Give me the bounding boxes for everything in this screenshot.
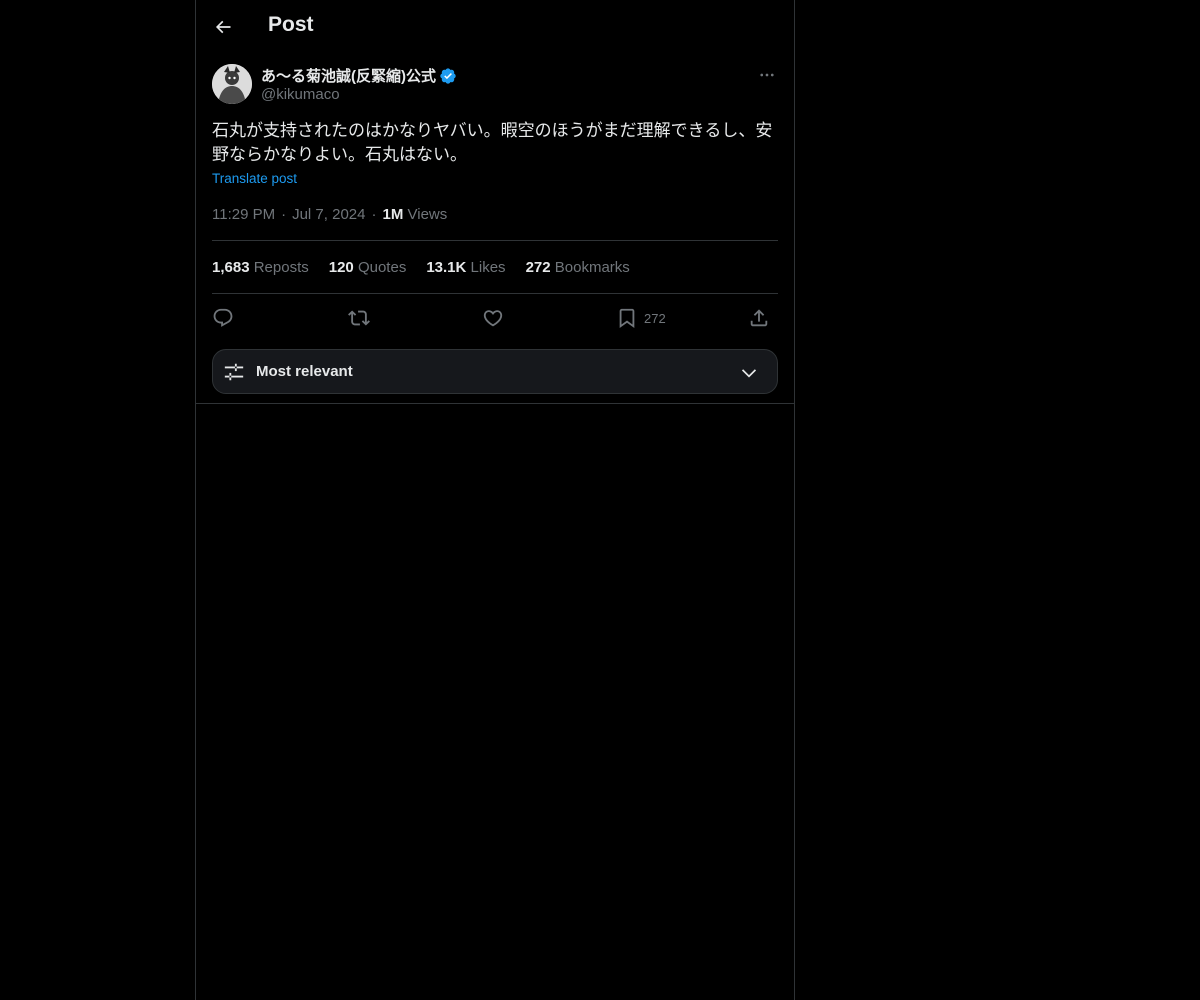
meta-separator: · [281, 206, 287, 223]
reposts-label: Reposts [253, 259, 309, 276]
chevron-down-icon [741, 369, 757, 378]
name-line: あ〜る菊池誠(反緊縮)公式 [261, 65, 457, 86]
reply-icon [213, 308, 233, 327]
bookmarks-label: Bookmarks [554, 259, 630, 276]
more-options-button[interactable] [756, 64, 778, 86]
divider [212, 240, 778, 241]
bookmarks-stat[interactable]: 272 Bookmarks [526, 259, 630, 276]
likes-stat[interactable]: 13.1K Likes [426, 259, 505, 276]
header: Post [196, 0, 794, 53]
quotes-count: 120 [328, 259, 354, 276]
like-button[interactable] [482, 305, 504, 331]
author-row: あ〜る菊池誠(反緊縮)公式 @kikumaco [212, 64, 778, 108]
post-date[interactable]: Jul 7, 2024 [292, 206, 365, 223]
likes-label: Likes [470, 259, 506, 276]
back-button[interactable] [208, 12, 238, 42]
share-icon [750, 309, 768, 327]
repost-button[interactable] [348, 305, 370, 331]
main-column: Post あ〜る菊池誠(反緊縮)公式 @kikumaco 石丸が支持されたのはか… [195, 0, 795, 1000]
more-horizontal-icon [760, 73, 774, 77]
divider [212, 293, 778, 294]
translate-post-link[interactable]: Translate post [212, 171, 297, 186]
sort-label: Most relevant [256, 363, 353, 380]
bookmarks-count: 272 [525, 259, 551, 276]
page-title: Post [268, 13, 314, 36]
post-text: 石丸が支持されたのはかなりヤバい。暇空のほうがまだ理解できるし、安野ならかなりよ… [212, 121, 773, 165]
bookmark-button[interactable]: 272 [616, 305, 666, 331]
share-button[interactable] [748, 305, 770, 331]
heart-icon [483, 310, 503, 327]
avatar[interactable] [212, 64, 252, 104]
post-time[interactable]: 11:29 PM [212, 206, 275, 223]
engagement-stats: 1,683 Reposts 120 Quotes 13.1K Likes 272… [212, 259, 630, 276]
verified-badge-icon[interactable] [439, 67, 457, 85]
views: 1M Views [382, 206, 447, 223]
reposts-stat[interactable]: 1,683 Reposts [212, 259, 309, 276]
reply-button[interactable] [212, 305, 234, 331]
display-name[interactable]: あ〜る菊池誠(反緊縮)公式 [261, 65, 436, 86]
reposts-count: 1,683 [212, 259, 250, 276]
post-meta: 11:29 PM · Jul 7, 2024 · 1M Views [212, 206, 447, 223]
quotes-stat[interactable]: 120 Quotes [329, 259, 407, 276]
meta-separator: · [371, 206, 377, 223]
author-handle[interactable]: @kikumaco [261, 86, 340, 103]
action-bar: 272 [212, 305, 778, 331]
avatar-image [212, 64, 252, 104]
repost-icon [348, 310, 370, 326]
views-label: Views [407, 206, 448, 223]
likes-count: 13.1K [426, 259, 467, 276]
bookmark-icon [619, 308, 635, 329]
views-count: 1M [382, 206, 404, 223]
section-divider [196, 403, 794, 404]
replies-sort-dropdown[interactable]: Most relevant [212, 349, 778, 394]
quotes-label: Quotes [357, 259, 407, 276]
arrow-left-icon [215, 20, 231, 34]
sliders-icon [224, 363, 244, 381]
bookmark-count: 272 [644, 310, 666, 326]
